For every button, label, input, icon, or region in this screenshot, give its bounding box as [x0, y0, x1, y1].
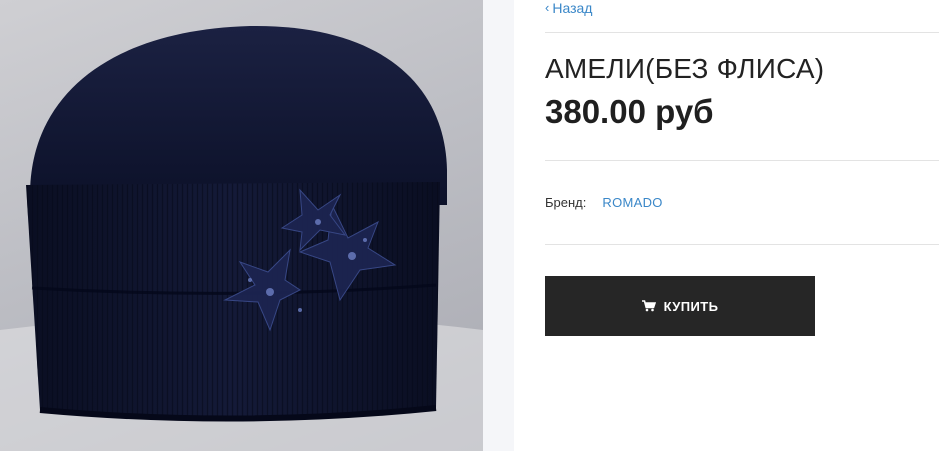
- product-price: 380.00 руб: [545, 93, 714, 130]
- buy-button[interactable]: КУПИТЬ: [545, 276, 815, 336]
- product-title: АМЕЛИ(БЕЗ ФЛИСА): [545, 53, 825, 84]
- divider: [545, 32, 939, 33]
- brand-row: Бренд: ROMADO: [545, 195, 663, 211]
- chevron-left-icon: ‹: [545, 0, 550, 15]
- product-info: ‹ Назад АМЕЛИ(БЕЗ ФЛИСА) 380.00 руб Брен…: [545, 0, 939, 451]
- page-gutter: [483, 0, 514, 451]
- brand-link[interactable]: ROMADO: [602, 195, 662, 211]
- back-link[interactable]: ‹ Назад: [545, 0, 592, 16]
- product-image[interactable]: [0, 0, 483, 451]
- hat-illustration: [0, 25, 483, 451]
- divider: [545, 244, 939, 245]
- cart-icon: [641, 300, 656, 312]
- divider: [545, 160, 939, 161]
- back-link-label: Назад: [552, 0, 593, 16]
- brand-label: Бренд:: [545, 195, 587, 210]
- buy-button-label: КУПИТЬ: [663, 298, 719, 314]
